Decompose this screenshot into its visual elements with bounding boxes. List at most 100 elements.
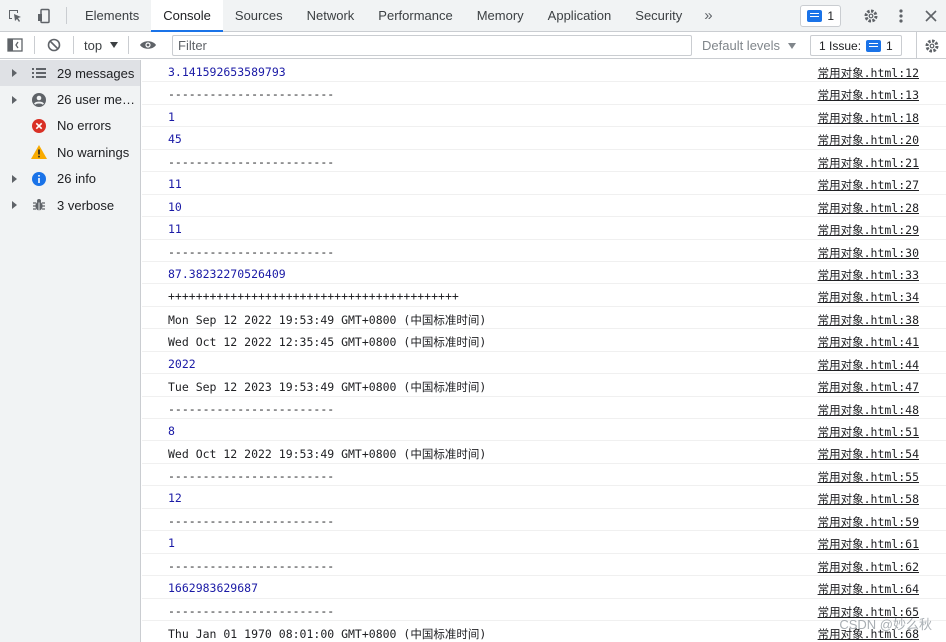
- close-devtools-icon[interactable]: [916, 0, 946, 32]
- filter-input[interactable]: [172, 35, 692, 56]
- console-message-row: 11 常用对象.html:29: [142, 217, 946, 240]
- console-message-text: 45: [168, 132, 182, 147]
- console-message-text: ------------------------: [168, 603, 335, 618]
- chevron-down-icon: [110, 42, 119, 48]
- source-link[interactable]: 常用对象.html:38: [818, 312, 919, 328]
- tabbar-right-controls: 1: [800, 0, 946, 32]
- toolbar-divider: [128, 36, 130, 54]
- source-link[interactable]: 常用对象.html:47: [818, 379, 919, 395]
- device-toolbar-icon[interactable]: [30, 0, 60, 31]
- expand-arrow-icon[interactable]: [12, 95, 17, 104]
- console-message-text: 12: [168, 491, 182, 506]
- source-link[interactable]: 常用对象.html:61: [818, 536, 919, 552]
- source-link[interactable]: 常用对象.html:51: [818, 424, 919, 440]
- source-link[interactable]: 常用对象.html:48: [818, 402, 919, 418]
- source-link[interactable]: 常用对象.html:12: [818, 65, 919, 81]
- tab-elements[interactable]: Elements: [73, 0, 151, 31]
- source-link[interactable]: 常用对象.html:18: [818, 110, 919, 126]
- console-message-text: ------------------------: [168, 401, 335, 416]
- tab-sources[interactable]: Sources: [223, 0, 295, 31]
- tabbar-divider: [66, 7, 67, 24]
- source-link[interactable]: 常用对象.html:29: [818, 222, 919, 238]
- console-message-text: ------------------------: [168, 244, 335, 259]
- tab-network[interactable]: Network: [295, 0, 367, 31]
- source-link[interactable]: 常用对象.html:33: [818, 267, 919, 283]
- issues-badge[interactable]: 1: [800, 5, 841, 27]
- console-message-row: 8 常用对象.html:51: [142, 419, 946, 442]
- console-message-text: 11: [168, 222, 182, 237]
- console-message-row: ++++++++++++++++++++++++++++++++++++++++…: [142, 284, 946, 307]
- console-message-text: 10: [168, 199, 182, 214]
- tab-memory[interactable]: Memory: [465, 0, 536, 31]
- kebab-menu-icon[interactable]: [886, 0, 916, 32]
- console-message-text: Tue Sep 12 2023 19:53:49 GMT+0800 (中国标准时…: [168, 380, 487, 395]
- tab-performance[interactable]: Performance: [366, 0, 464, 31]
- console-message-row: Wed Oct 12 2022 19:53:49 GMT+0800 (中国标准时…: [142, 441, 946, 464]
- panel-tabs: Elements Console Sources Network Performance…: [73, 0, 694, 32]
- toolbar-divider: [34, 36, 35, 54]
- source-link[interactable]: 常用对象.html:64: [818, 581, 919, 597]
- source-link[interactable]: 常用对象.html:30: [818, 245, 919, 261]
- info-icon: [31, 171, 47, 187]
- source-link[interactable]: 常用对象.html:58: [818, 491, 919, 507]
- sidebar-item-info[interactable]: 26 info: [0, 166, 140, 192]
- settings-gear-icon[interactable]: [856, 0, 886, 32]
- console-message-row: 1 常用对象.html:61: [142, 531, 946, 554]
- source-link[interactable]: 常用对象.html:13: [818, 87, 919, 103]
- live-expression-eye-icon[interactable]: [133, 32, 163, 59]
- console-settings-gear-icon[interactable]: [916, 32, 946, 59]
- console-message-row: 2022 常用对象.html:44: [142, 352, 946, 375]
- tab-console[interactable]: Console: [151, 0, 223, 32]
- console-message-row: 45 常用对象.html:20: [142, 127, 946, 150]
- sidebar-item-error[interactable]: No errors: [0, 113, 140, 139]
- list-icon: [31, 65, 47, 81]
- console-message-text: 8: [168, 424, 175, 438]
- console-message-text: ------------------------: [168, 154, 335, 169]
- expand-arrow-icon[interactable]: [12, 174, 17, 183]
- source-link[interactable]: 常用对象.html:44: [818, 357, 919, 373]
- log-levels-select[interactable]: Default levels: [702, 32, 797, 59]
- inspect-element-icon[interactable]: [0, 0, 30, 31]
- sidebar-toggle-icon[interactable]: [0, 32, 30, 59]
- console-message-text: 2022: [168, 356, 196, 371]
- source-link[interactable]: 常用对象.html:20: [818, 132, 919, 148]
- warning-icon: [31, 144, 47, 160]
- source-link[interactable]: 常用对象.html:54: [818, 446, 919, 462]
- source-link[interactable]: 常用对象.html:59: [818, 514, 919, 530]
- sidebar-item-label: 29 messages: [57, 65, 135, 81]
- sidebar-item-bug[interactable]: 3 verbose: [0, 192, 140, 218]
- sidebar-item-user[interactable]: 26 user mes…: [0, 86, 140, 112]
- execution-context-select[interactable]: top: [78, 38, 124, 53]
- source-link[interactable]: 常用对象.html:28: [818, 200, 919, 216]
- sidebar-item-list[interactable]: 29 messages: [0, 60, 140, 87]
- source-link[interactable]: 常用对象.html:41: [818, 334, 919, 350]
- console-message-text: ------------------------: [168, 558, 335, 573]
- more-tabs-button[interactable]: »: [694, 0, 722, 31]
- sidebar-item-label: 26 info: [57, 171, 97, 187]
- source-link[interactable]: 常用对象.html:34: [818, 289, 919, 305]
- sidebar-item-label: 26 user mes…: [57, 92, 140, 108]
- console-message-row: ------------------------ 常用对象.html:21: [142, 150, 946, 173]
- console-message-row: 12 常用对象.html:58: [142, 486, 946, 509]
- source-link[interactable]: 常用对象.html:62: [818, 559, 919, 575]
- source-link[interactable]: 常用对象.html:27: [818, 177, 919, 193]
- toolbar-divider: [73, 36, 74, 54]
- console-message-text: 3.141592653589793: [168, 65, 286, 79]
- sidebar-item-warning[interactable]: No warnings: [0, 139, 140, 165]
- source-link[interactable]: 常用对象.html:55: [818, 469, 919, 485]
- console-message-row: 11 常用对象.html:27: [142, 172, 946, 195]
- console-message-row: Wed Oct 12 2022 12:35:45 GMT+0800 (中国标准时…: [142, 329, 946, 352]
- watermark: CSDN @妙么秋: [839, 617, 932, 632]
- expand-arrow-icon[interactable]: [12, 201, 17, 210]
- issues-label: 1 Issue:: [819, 38, 862, 53]
- clear-console-icon[interactable]: [39, 32, 69, 59]
- console-message-text: 1: [168, 109, 175, 124]
- devtools-tabbar: Elements Console Sources Network Performance…: [0, 0, 946, 32]
- console-message-row: Tue Sep 12 2023 19:53:49 GMT+0800 (中国标准时…: [142, 374, 946, 397]
- source-link[interactable]: 常用对象.html:21: [818, 155, 919, 171]
- tab-application[interactable]: Application: [536, 0, 624, 31]
- expand-arrow-icon[interactable]: [12, 69, 17, 78]
- sidebar-item-label: No errors: [57, 118, 112, 134]
- tab-security[interactable]: Security: [623, 0, 694, 31]
- issues-button[interactable]: 1 Issue: 1: [810, 35, 902, 56]
